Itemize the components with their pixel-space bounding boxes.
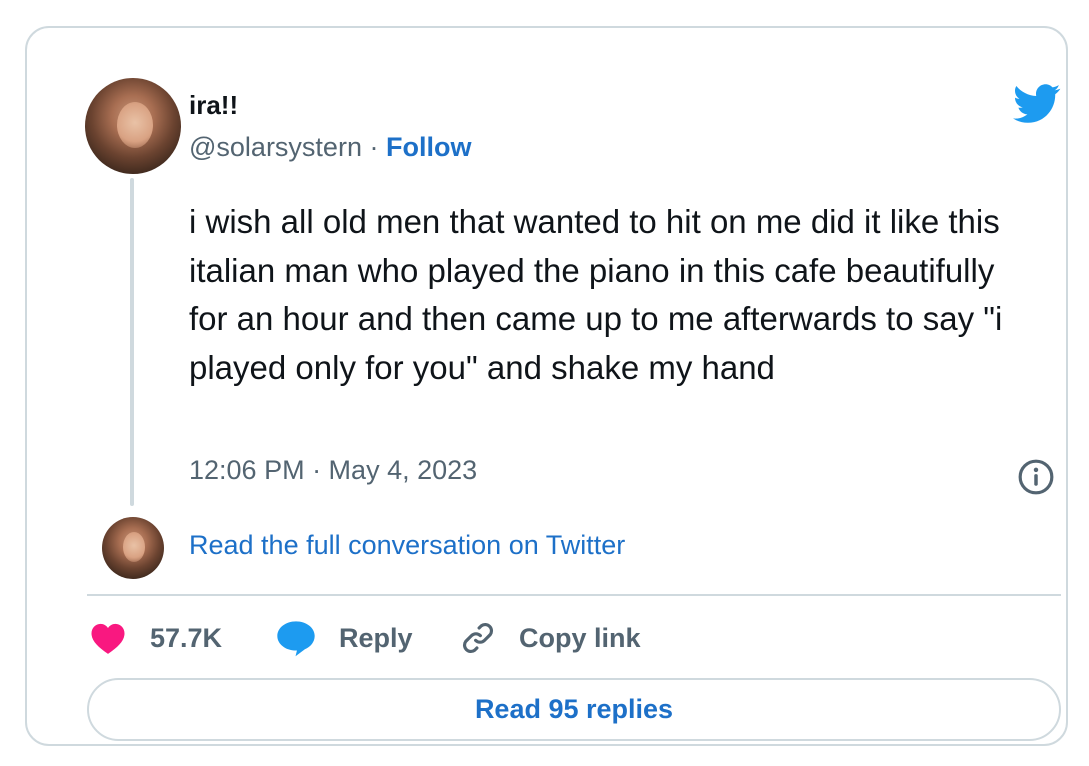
thread-avatar[interactable] (102, 517, 164, 579)
handle-separator: · (361, 132, 386, 162)
thread-connector-line (130, 178, 134, 506)
reply-button[interactable]: Reply (275, 618, 413, 658)
author-avatar[interactable] (85, 78, 181, 174)
heart-icon (91, 623, 125, 654)
author-handle-row: @solarsystern · Follow (189, 132, 471, 163)
like-button[interactable]: 57.7K (90, 618, 222, 658)
copy-link-button[interactable]: Copy link (459, 618, 641, 658)
read-full-conversation-link[interactable]: Read the full conversation on Twitter (189, 530, 625, 561)
tweet-text: i wish all old men that wanted to hit on… (189, 203, 1003, 386)
avatar-face (117, 102, 153, 148)
read-replies-button[interactable]: Read 95 replies (87, 678, 1061, 741)
twitter-bird-icon[interactable] (1013, 84, 1061, 124)
reply-label: Reply (339, 622, 413, 653)
tweet-embed-card: ira!! @solarsystern · Follow i wish all … (25, 26, 1068, 746)
follow-link[interactable]: Follow (386, 132, 471, 162)
link-icon (462, 622, 494, 654)
like-count: 57.7K (150, 622, 223, 653)
info-icon[interactable] (1017, 458, 1055, 496)
actions-divider (87, 594, 1061, 596)
avatar-face (123, 532, 145, 562)
tweet-timestamp[interactable]: 12:06 PM · May 4, 2023 (189, 455, 477, 486)
author-display-name[interactable]: ira!! (189, 90, 238, 121)
author-handle[interactable]: @solarsystern (189, 132, 362, 162)
copy-link-label: Copy link (519, 622, 641, 653)
speech-bubble-icon (277, 621, 315, 657)
